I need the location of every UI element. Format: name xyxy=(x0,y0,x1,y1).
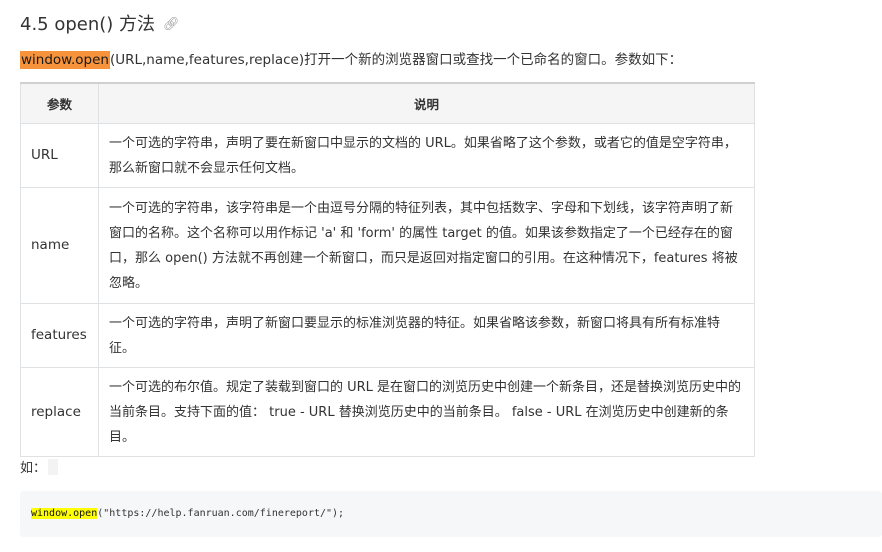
table-header-desc: 说明 xyxy=(98,82,755,124)
code-line: window.open("https://help.fanruan.com/fi… xyxy=(31,507,344,521)
table-row: features 一个可选的字符串，声明了新窗口要显示的标准浏览器的特征。如果省… xyxy=(20,303,755,368)
intro-text: (URL,name,features,replace)打开一个新的浏览器窗口或查… xyxy=(109,52,683,68)
empty-inline-code xyxy=(48,459,59,475)
param-name: features xyxy=(20,303,99,368)
link-icon[interactable]: 🔗︎ xyxy=(163,12,180,38)
table-row: URL 一个可选的字符串，声明了要在新窗口中显示的文档的 URL。如果省略了这个… xyxy=(20,123,755,188)
parameters-table: 参数 说明 URL 一个可选的字符串，声明了要在新窗口中显示的文档的 URL。如… xyxy=(20,82,755,457)
section-heading: 4.5 open() 方法 🔗︎ xyxy=(20,12,180,38)
param-description: 一个可选的字符串，该字符串是一个由逗号分隔的特征列表，其中包括数字、字母和下划线… xyxy=(98,187,755,304)
example-label-line: 如： xyxy=(20,459,59,479)
intro-highlighted-term: window.open xyxy=(20,51,110,69)
code-arguments: ("https://help.fanruan.com/finereport/")… xyxy=(97,508,345,519)
code-block[interactable]: window.open("https://help.fanruan.com/fi… xyxy=(20,491,882,537)
example-label: 如： xyxy=(20,461,47,476)
param-description: 一个可选的布尔值。规定了装载到窗口的 URL 是在窗口的浏览历史中创建一个新条目… xyxy=(98,367,755,457)
param-name: replace xyxy=(20,367,99,457)
intro-paragraph: window.open(URL,name,features,replace)打开… xyxy=(20,50,682,70)
table-header-param: 参数 xyxy=(20,82,99,124)
table-header-row: 参数 说明 xyxy=(20,82,755,124)
param-description: 一个可选的字符串，声明了要在新窗口中显示的文档的 URL。如果省略了这个参数，或… xyxy=(98,123,755,188)
section-title: 4.5 open() 方法 xyxy=(20,14,156,35)
param-description: 一个可选的字符串，声明了新窗口要显示的标准浏览器的特征。如果省略该参数，新窗口将… xyxy=(98,303,755,368)
param-name: URL xyxy=(20,123,99,188)
table-row: name 一个可选的字符串，该字符串是一个由逗号分隔的特征列表，其中包括数字、字… xyxy=(20,187,755,304)
param-name: name xyxy=(20,187,99,304)
table-row: replace 一个可选的布尔值。规定了装载到窗口的 URL 是在窗口的浏览历史… xyxy=(20,367,755,457)
code-highlighted-term: window.open xyxy=(31,508,98,519)
